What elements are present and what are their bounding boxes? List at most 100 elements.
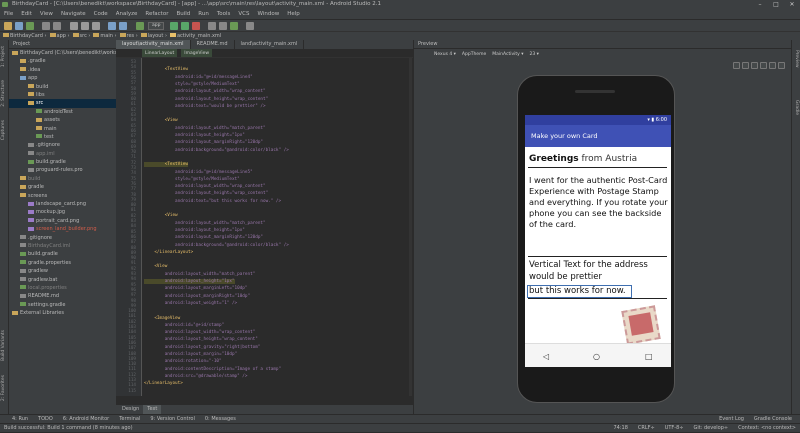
menu-vcs[interactable]: VCS <box>238 9 249 19</box>
android-icon[interactable] <box>230 22 238 30</box>
tree-item[interactable]: .gitignore <box>9 141 116 149</box>
api-level-select[interactable]: 23 ▾ <box>530 52 539 57</box>
tab-land-activity-main[interactable]: land\activity_main.xml <box>235 40 305 49</box>
menu-navigate[interactable]: Navigate <box>61 9 86 19</box>
tree-item[interactable]: portrait_card.png <box>9 217 116 225</box>
minimize-button[interactable]: – <box>752 0 768 9</box>
find-icon[interactable] <box>108 22 116 30</box>
tree-item[interactable]: androidTest <box>9 108 116 116</box>
terminal-tab[interactable]: Terminal <box>119 415 140 423</box>
editor-scrollbar[interactable] <box>409 58 412 396</box>
address-line-3[interactable]: but this works for now. <box>529 286 626 296</box>
menu-build[interactable]: Build <box>176 9 190 19</box>
gradle-tool-tab[interactable]: Gradle <box>794 100 799 115</box>
home-icon[interactable]: ○ <box>593 352 600 361</box>
tree-item[interactable]: assets <box>9 116 116 124</box>
tree-item[interactable]: libs <box>9 91 116 99</box>
tree-item[interactable]: landscape_card.png <box>9 200 116 208</box>
greeting-text[interactable]: Greetings from Austria <box>529 154 637 164</box>
menu-analyze[interactable]: Analyze <box>116 9 138 19</box>
copy-icon[interactable] <box>81 22 89 30</box>
debug-icon[interactable] <box>181 22 189 30</box>
preview-tool-tab[interactable]: Preview <box>794 50 799 68</box>
tree-item[interactable]: app.iml <box>9 150 116 158</box>
help-icon[interactable] <box>246 22 254 30</box>
run-icon[interactable] <box>170 22 178 30</box>
crumb-linearlayout[interactable]: LinearLayout <box>142 49 178 57</box>
menu-code[interactable]: Code <box>94 9 108 19</box>
cut-icon[interactable] <box>70 22 78 30</box>
tree-item[interactable]: BirthdayCard.iml <box>9 242 116 250</box>
tree-item[interactable]: .gradle <box>9 57 116 65</box>
refresh-icon[interactable] <box>769 62 776 69</box>
redo-icon[interactable] <box>53 22 61 30</box>
project-panel-header[interactable]: Project <box>9 40 116 49</box>
tab-activity-main[interactable]: layout\activity_main.xml <box>116 40 191 49</box>
back-icon[interactable]: ◁ <box>543 352 549 361</box>
tree-item[interactable]: test <box>9 133 116 141</box>
zoom-out-icon[interactable] <box>760 62 767 69</box>
structure-tool-tab[interactable]: 2: Structure <box>1 80 6 107</box>
run-tab[interactable]: 4: Run <box>12 415 28 423</box>
open-folder-icon[interactable] <box>4 22 12 30</box>
captures-tool-tab[interactable]: Captures <box>1 120 6 140</box>
zoom-actual-icon[interactable] <box>742 62 749 69</box>
tree-item[interactable]: gradle.properties <box>9 259 116 267</box>
tree-item[interactable]: .idea <box>9 66 116 74</box>
tree-item[interactable]: .gitignore <box>9 234 116 242</box>
tree-item[interactable]: src <box>9 99 116 108</box>
tree-item[interactable]: local.properties <box>9 284 116 292</box>
save-icon[interactable] <box>15 22 23 30</box>
sdk-manager-icon[interactable] <box>219 22 227 30</box>
card-body-text[interactable]: I went for the authentic Post-Card Exper… <box>529 175 669 230</box>
tree-item[interactable]: main <box>9 125 116 133</box>
tab-readme[interactable]: README.md <box>191 40 235 49</box>
menu-refactor[interactable]: Refactor <box>145 9 168 19</box>
tree-item[interactable]: gradle <box>9 183 116 191</box>
nav-crumb[interactable]: res › <box>119 33 138 39</box>
tree-item[interactable]: README.md <box>9 292 116 300</box>
menu-window[interactable]: Window <box>258 9 280 19</box>
avd-manager-icon[interactable] <box>208 22 216 30</box>
theme-select[interactable]: AppTheme <box>462 52 486 57</box>
nav-crumb[interactable]: main › <box>93 33 117 39</box>
tree-item[interactable]: BirthdayCard (C:\Users\benedikt\workspac… <box>9 49 116 57</box>
address-line-1[interactable]: Vertical Text for the address <box>529 260 648 270</box>
tree-item[interactable]: build <box>9 83 116 91</box>
nav-crumb[interactable]: activity_main.xml <box>169 33 221 39</box>
replace-icon[interactable] <box>119 22 127 30</box>
tree-item[interactable]: settings.gradle <box>9 301 116 309</box>
tree-item[interactable]: gradlew.bat <box>9 276 116 284</box>
menu-run[interactable]: Run <box>198 9 209 19</box>
nav-crumb[interactable]: BirthdayCard › <box>3 33 47 39</box>
nav-crumb[interactable]: layout › <box>140 33 167 39</box>
menu-edit[interactable]: Edit <box>21 9 32 19</box>
android-monitor-tab[interactable]: 6: Android Monitor <box>63 415 109 423</box>
undo-icon[interactable] <box>42 22 50 30</box>
activity-select[interactable]: MainActivity ▾ <box>492 52 523 57</box>
tree-item[interactable]: proguard-rules.pro <box>9 166 116 174</box>
address-line-2[interactable]: would be prettier <box>529 272 602 282</box>
messages-tab[interactable]: 0: Messages <box>205 415 236 423</box>
stop-icon[interactable] <box>192 22 200 30</box>
gradle-console-tab[interactable]: Gradle Console <box>754 415 792 423</box>
tree-item[interactable]: build.gradle <box>9 250 116 258</box>
todo-tab[interactable]: TODO <box>38 415 53 423</box>
status-message[interactable]: Build successful: Build 1 command (8 min… <box>4 425 133 431</box>
tree-item[interactable]: screen_land_builder.png <box>9 225 116 233</box>
zoom-in-icon[interactable] <box>751 62 758 69</box>
tab-text[interactable]: Text <box>143 405 162 414</box>
crumb-imageview[interactable]: ImageView <box>181 49 213 57</box>
maximize-button[interactable]: □ <box>768 0 784 9</box>
menu-view[interactable]: View <box>40 9 53 19</box>
tree-item[interactable]: mockup.jpg <box>9 208 116 216</box>
tree-item[interactable]: build.gradle <box>9 158 116 166</box>
tree-item[interactable]: build <box>9 175 116 183</box>
make-project-icon[interactable] <box>136 22 144 30</box>
run-config-select[interactable]: app <box>148 22 165 30</box>
device-select[interactable]: Nexus 4 ▾ <box>434 52 456 57</box>
tree-item[interactable]: gradlew <box>9 267 116 275</box>
tree-item[interactable]: app <box>9 74 116 82</box>
menu-file[interactable]: File <box>4 9 13 19</box>
project-tool-tab[interactable]: 1: Project <box>1 46 6 67</box>
